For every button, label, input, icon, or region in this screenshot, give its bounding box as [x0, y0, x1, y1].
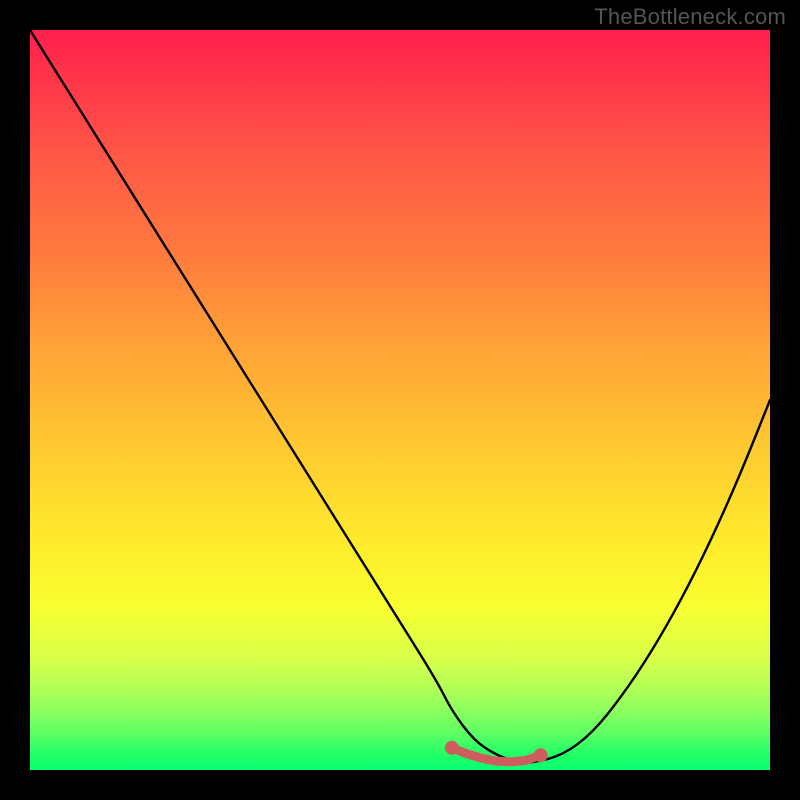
chart-frame: TheBottleneck.com	[0, 0, 800, 800]
bottleneck-curve	[30, 30, 770, 763]
highlighted-range-endpoint	[445, 741, 459, 755]
plot-area	[30, 30, 770, 770]
curve-svg	[30, 30, 770, 770]
watermark-text: TheBottleneck.com	[594, 4, 786, 30]
highlighted-range-endpoint	[534, 748, 548, 762]
